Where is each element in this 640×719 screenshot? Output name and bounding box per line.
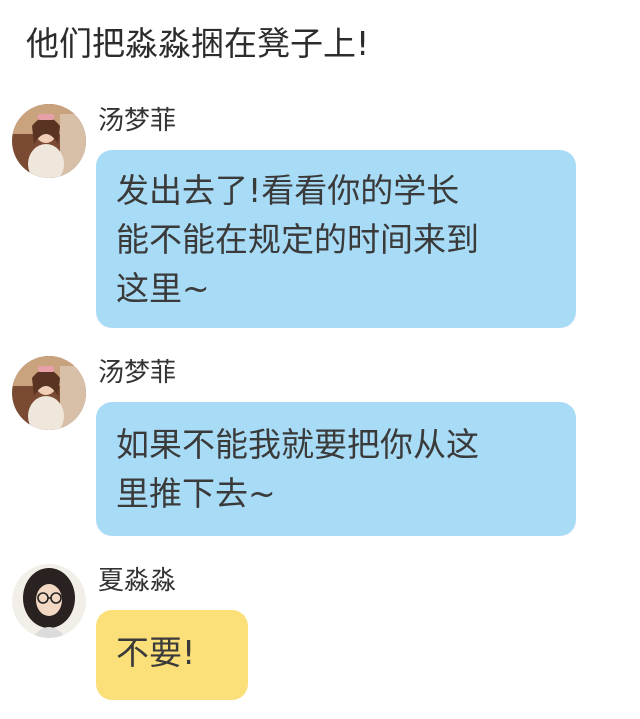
girl-portrait-avatar-icon[interactable]	[12, 356, 86, 430]
message-line: 如果不能我就要把你从这	[116, 425, 479, 464]
chat-message: 夏淼淼 不要!	[12, 564, 632, 714]
message-line: 里推下去~	[116, 474, 276, 513]
message-bubble[interactable]: 如果不能我就要把你从这 里推下去~	[96, 402, 576, 536]
message-bubble[interactable]: 不要!	[96, 610, 248, 700]
narration-text: 他们把淼淼捆在凳子上!	[26, 24, 370, 63]
message-bubble[interactable]: 发出去了!看看你的学长 能不能在规定的时间来到 这里~	[96, 150, 576, 328]
message-line: 能不能在规定的时间来到	[116, 220, 479, 259]
sender-name: 汤梦菲	[98, 358, 177, 388]
sender-name: 夏淼淼	[98, 566, 177, 596]
message-line: 不要!	[116, 633, 196, 672]
chat-message: 汤梦菲 发出去了!看看你的学长 能不能在规定的时间来到 这里~	[12, 104, 632, 334]
chat-story-screen: 他们把淼淼捆在凳子上! 汤梦菲 发出去了!看看你的学长 能不能在规定的时间来到 …	[0, 0, 640, 719]
sender-name: 汤梦菲	[98, 106, 177, 136]
girl-portrait-avatar-icon[interactable]	[12, 104, 86, 178]
message-line: 发出去了!看看你的学长	[116, 171, 460, 210]
message-line: 这里~	[116, 269, 210, 308]
girl-glasses-avatar-icon[interactable]	[12, 564, 86, 638]
chat-message: 汤梦菲 如果不能我就要把你从这 里推下去~	[12, 356, 632, 546]
